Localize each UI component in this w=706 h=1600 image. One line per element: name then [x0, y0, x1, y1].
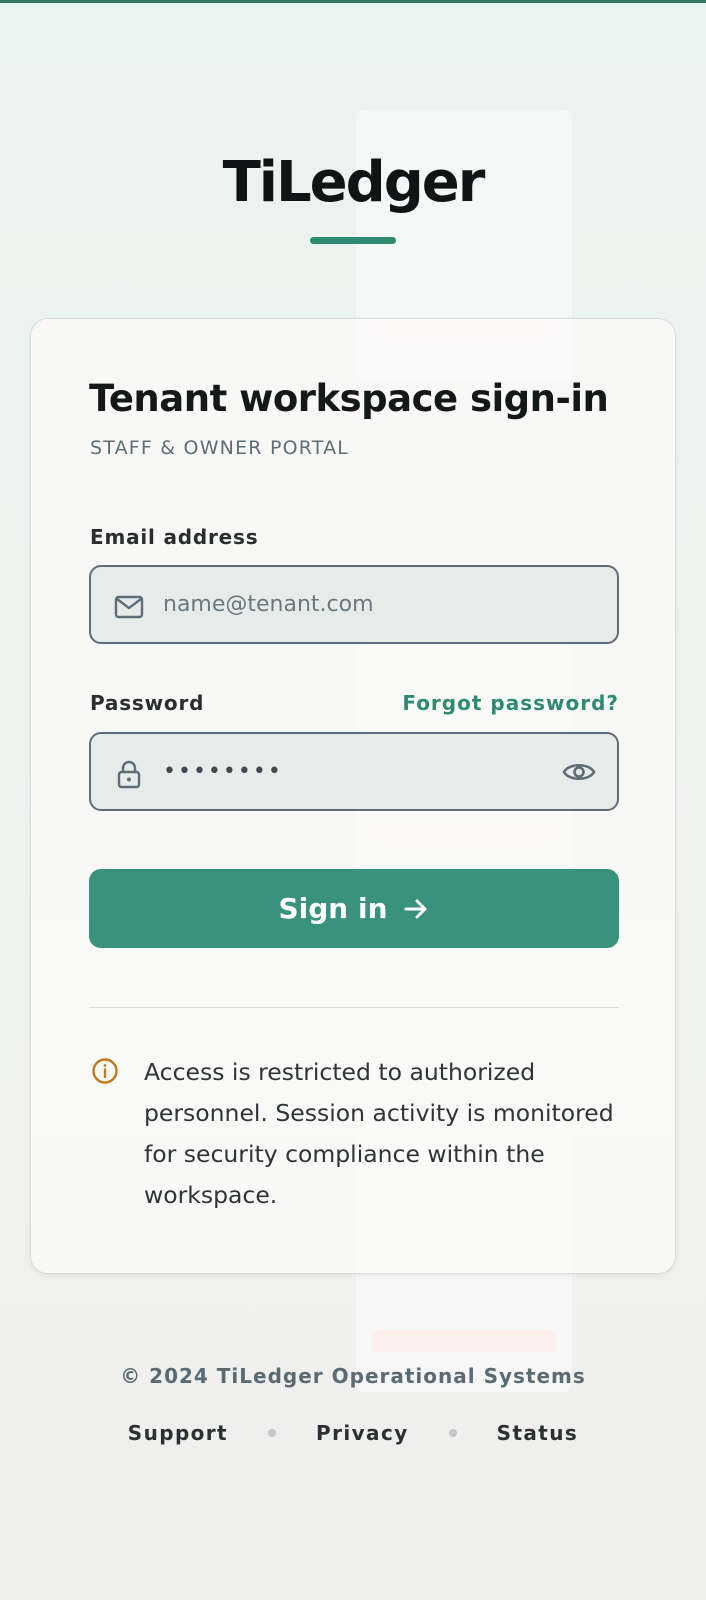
separator-dot: [268, 1429, 277, 1437]
password-label: Password: [90, 691, 205, 715]
signin-button-label: Sign in: [278, 892, 388, 925]
footer-link-support[interactable]: Support: [128, 1421, 228, 1445]
brand-logo: TiLedger: [222, 150, 486, 215]
password-input[interactable]: [163, 734, 543, 809]
footer-copyright: © 2024 TiLedger Operational Systems: [120, 1364, 586, 1388]
security-notice: Access is restricted to authorized perso…: [144, 1058, 614, 1209]
card-title: Tenant workspace sign-in: [89, 377, 609, 420]
footer-link-privacy[interactable]: Privacy: [316, 1421, 409, 1445]
arrow-right-icon: [404, 899, 427, 918]
email-field-wrapper[interactable]: [89, 565, 619, 644]
password-field-wrapper[interactable]: [89, 732, 619, 811]
signin-button[interactable]: Sign in: [89, 869, 619, 948]
email-label: Email address: [90, 525, 259, 549]
info-icon: [92, 1058, 118, 1084]
brand-underline: [310, 237, 396, 244]
divider: [89, 1007, 619, 1008]
eye-icon[interactable]: [561, 754, 597, 790]
separator-dot: [448, 1429, 457, 1437]
mail-icon: [114, 595, 144, 619]
top-accent-bar: [0, 0, 706, 3]
email-input[interactable]: [163, 567, 543, 642]
forgot-password-link[interactable]: Forgot password?: [402, 691, 619, 715]
lock-icon: [117, 760, 141, 789]
footer-link-status[interactable]: Status: [497, 1421, 579, 1445]
card-subtitle: STAFF & OWNER PORTAL: [90, 437, 350, 459]
signin-card: Tenant workspace sign-in STAFF & OWNER P…: [30, 318, 676, 1274]
footer-links: Support Privacy Status: [0, 1421, 706, 1445]
